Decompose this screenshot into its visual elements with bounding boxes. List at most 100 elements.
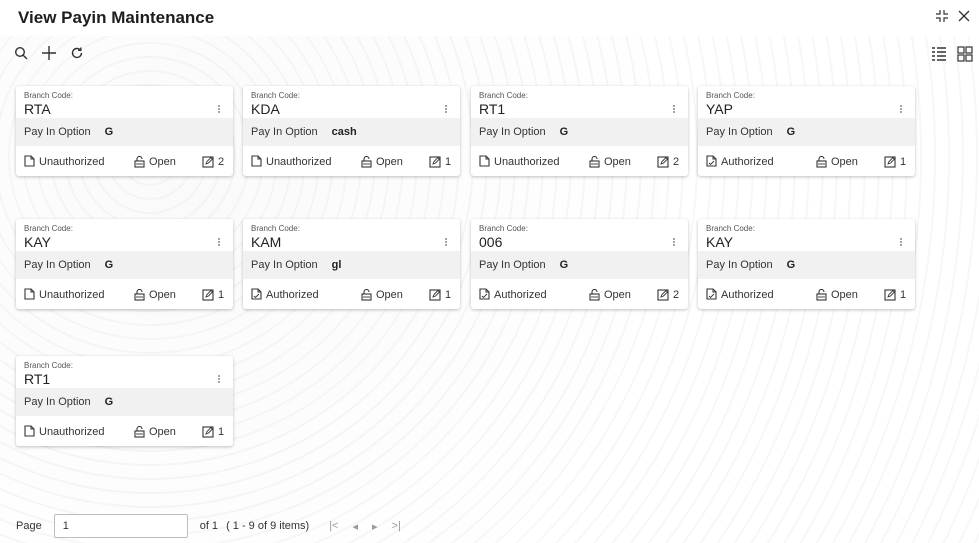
branch-code-label: Branch Code: [24,361,73,370]
item-range-text: ( 1 - 9 of 9 items) [226,520,310,532]
close-icon[interactable] [957,9,971,26]
modification-count[interactable]: 1 [884,156,906,168]
payin-card-4[interactable]: Branch Code: YAP Pay In Option G Authori… [698,86,915,176]
authorization-status-text: Unauthorized [39,289,105,301]
kebab-menu-icon[interactable] [217,237,221,249]
modification-count[interactable]: 1 [202,426,224,438]
authorization-status: Unauthorized [479,154,560,170]
view-toggles [931,46,973,62]
pay-in-option-row: Pay In Option G [698,251,915,279]
authorization-status-text: Unauthorized [39,156,105,168]
record-status-text: Open [376,289,403,301]
branch-code-label: Branch Code: [479,91,528,100]
payin-card-2[interactable]: Branch Code: KDA Pay In Option cash Unau… [243,86,460,176]
pay-in-option-row: Pay In Option G [698,118,915,146]
kebab-menu-icon[interactable] [217,104,221,116]
branch-code-value: RTA [24,101,51,117]
modification-count[interactable]: 2 [657,289,679,301]
kebab-menu-icon[interactable] [444,237,448,249]
payin-card-3[interactable]: Branch Code: RT1 Pay In Option G Unautho… [471,86,688,176]
record-status-text: Open [604,289,631,301]
modification-count-text: 1 [900,156,907,168]
grid-view-icon[interactable] [957,46,973,62]
unlock-icon [134,426,145,438]
modification-count-text: 1 [218,426,225,438]
toolbar [12,44,86,62]
card-status-row: Authorized Open 2 [471,281,688,309]
edit-icon [202,426,214,438]
authorization-status-text: Unauthorized [266,156,332,168]
modification-count[interactable]: 2 [657,156,679,168]
first-page-button[interactable]: |< [329,520,338,533]
modification-count[interactable]: 1 [202,289,224,301]
unlock-icon [134,156,145,168]
edit-icon [884,156,896,168]
next-page-button[interactable]: ▸ [372,520,378,533]
payin-card-7[interactable]: Branch Code: 006 Pay In Option G Authori… [471,219,688,309]
authorization-status-text: Unauthorized [494,156,560,168]
modification-count-text: 2 [673,289,680,301]
pay-in-option-row: Pay In Option G [16,118,233,146]
modification-count[interactable]: 1 [884,289,906,301]
pay-in-option-label: Pay In Option [24,396,91,408]
payin-card-5[interactable]: Branch Code: KAY Pay In Option G Unautho… [16,219,233,309]
record-status-text: Open [149,289,176,301]
branch-code-value: KAY [24,234,51,250]
search-icon[interactable] [12,44,30,62]
branch-code-label: Branch Code: [24,224,73,233]
kebab-menu-icon[interactable] [217,374,221,386]
modification-count[interactable]: 2 [202,156,224,168]
page-title: View Payin Maintenance [18,8,215,27]
branch-code-label: Branch Code: [24,91,73,100]
authorization-status: Unauthorized [24,424,104,440]
refresh-icon[interactable] [68,44,86,62]
branch-code-value: KAM [251,234,282,250]
payin-card-1[interactable]: Branch Code: RTA Pay In Option G Unautho… [16,86,233,176]
record-status: Open [816,156,858,168]
authorization-status: Unauthorized [24,154,105,170]
kebab-menu-icon[interactable] [899,237,903,249]
add-icon[interactable] [40,44,58,62]
card-status-row: Unauthorized Open 1 [16,281,233,309]
branch-code-label: Branch Code: [251,224,300,233]
branch-code-label: Branch Code: [706,224,755,233]
authorization-status: Unauthorized [251,154,332,170]
modification-count[interactable]: 1 [429,156,451,168]
pay-in-option-label: Pay In Option [706,126,773,138]
payin-card-8[interactable]: Branch Code: KAY Pay In Option G Authori… [698,219,915,309]
window-controls [935,9,971,26]
pager-nav: |< ◂ ▸ >| [329,520,401,533]
minimize-icon[interactable] [935,9,949,26]
kebab-menu-icon[interactable] [899,104,903,116]
unlock-icon [816,156,827,168]
unlock-icon [134,289,145,301]
pay-in-option-value: G [104,126,114,138]
pay-in-option-value: G [786,259,796,271]
record-status: Open [589,156,631,168]
list-view-icon[interactable] [931,46,947,62]
document-icon [251,154,262,170]
document-icon [479,154,490,170]
branch-code-value: RT1 [24,371,51,387]
last-page-button[interactable]: >| [392,520,401,533]
title-bar: View Payin Maintenance [0,0,979,36]
page-number-input[interactable] [53,514,188,538]
authorization-status: Authorized [251,287,319,303]
payin-card-6[interactable]: Branch Code: KAM Pay In Option gl Author… [243,219,460,309]
pay-in-option-value: G [104,396,114,408]
kebab-menu-icon[interactable] [672,237,676,249]
prev-page-button[interactable]: ◂ [352,520,358,533]
authorization-status-text: Authorized [494,289,547,301]
kebab-menu-icon[interactable] [672,104,676,116]
pay-in-option-value: G [559,259,569,271]
pay-in-option-row: Pay In Option cash [243,118,460,146]
record-status: Open [361,289,403,301]
record-status-text: Open [149,426,176,438]
record-status-text: Open [376,156,403,168]
edit-icon [429,289,441,301]
payin-card-9[interactable]: Branch Code: RT1 Pay In Option G Unautho… [16,356,233,446]
pay-in-option-label: Pay In Option [706,259,773,271]
kebab-menu-icon[interactable] [444,104,448,116]
modification-count[interactable]: 1 [429,289,451,301]
branch-code-value: KAY [706,234,733,250]
